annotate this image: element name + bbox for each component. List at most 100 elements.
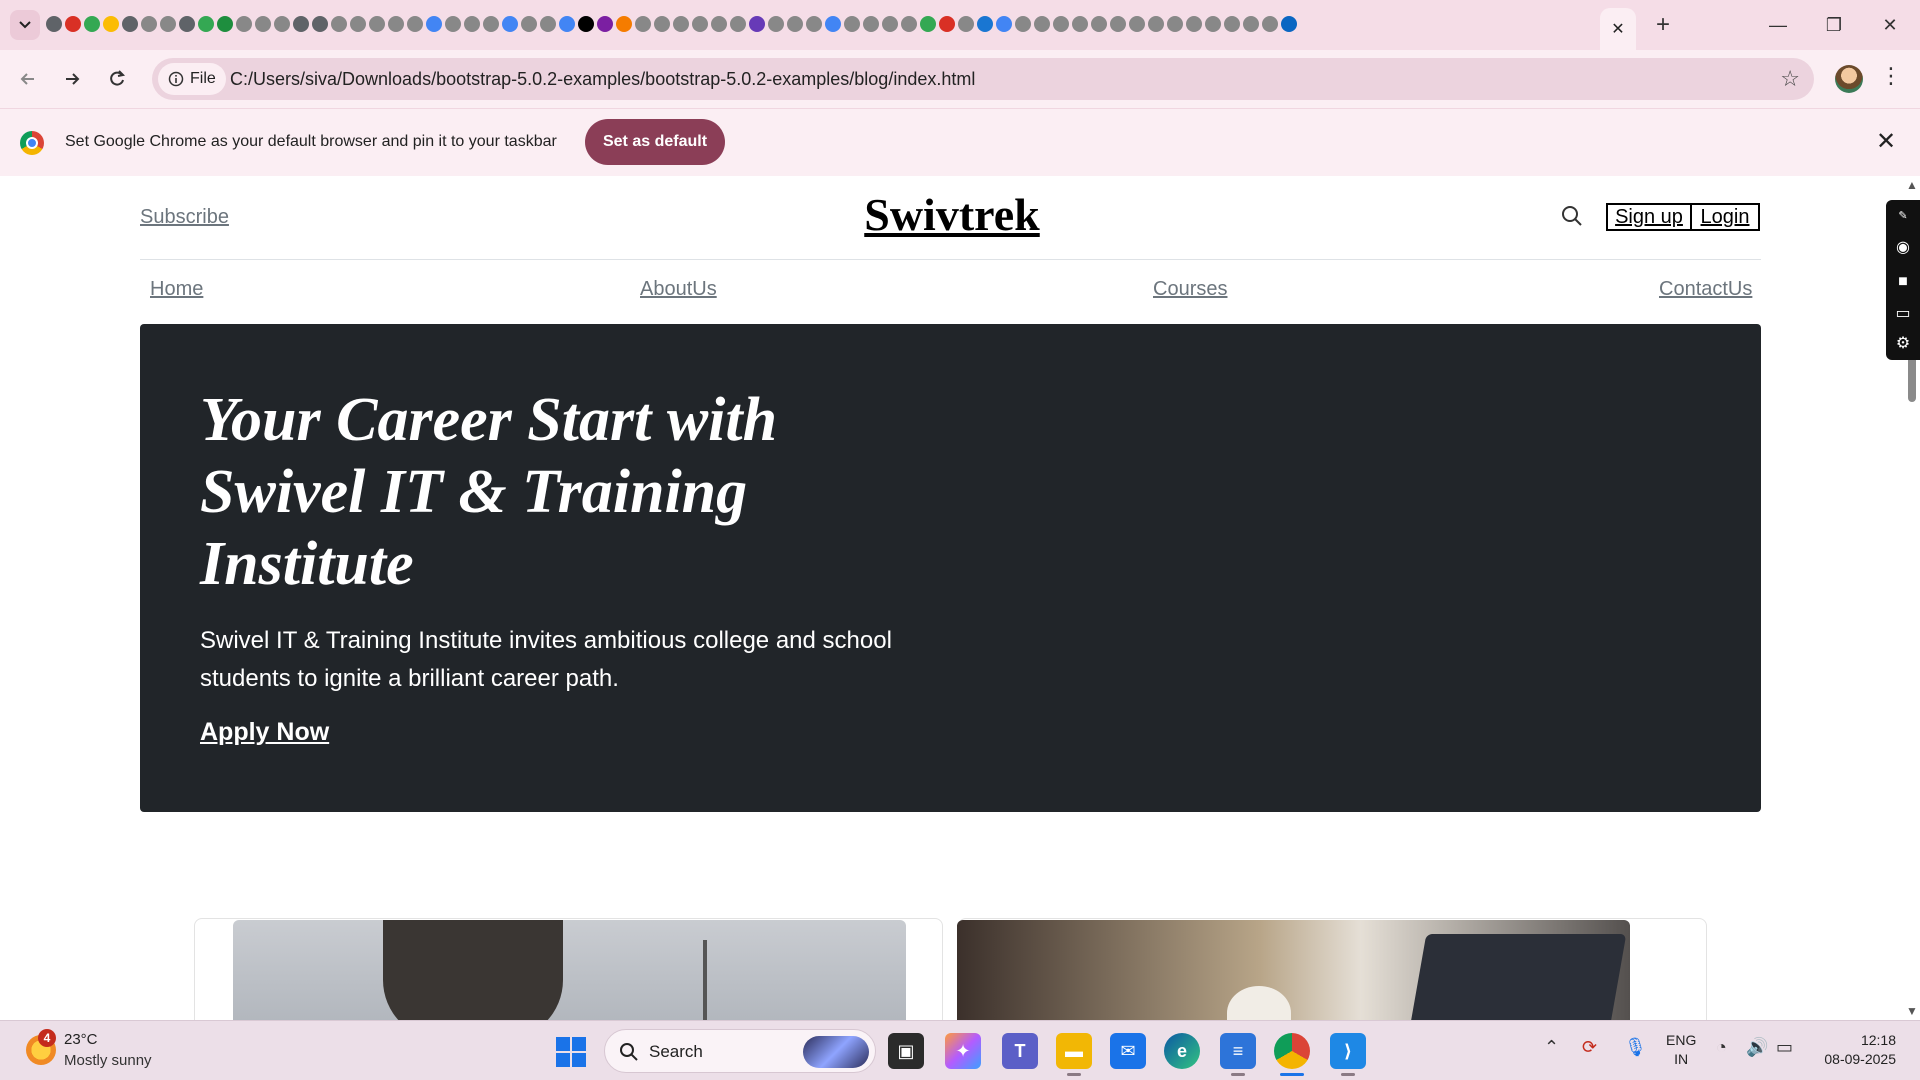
tab-favicon-icon[interactable] xyxy=(255,16,271,32)
tab-favicon-icon[interactable] xyxy=(1015,16,1031,32)
bookmark-star-icon[interactable]: ☆ xyxy=(1780,66,1800,92)
weather-temperature[interactable]: 23°C xyxy=(64,1031,98,1048)
system-clock[interactable]: 12:18 08-09-2025 xyxy=(1810,1031,1896,1069)
teams-icon[interactable]: T xyxy=(1002,1033,1038,1069)
tab-favicon-icon[interactable] xyxy=(578,16,594,32)
tab-favicon-icon[interactable] xyxy=(312,16,328,32)
tab-favicon-icon[interactable] xyxy=(1281,16,1297,32)
nav-aboutus[interactable]: AboutUs xyxy=(640,278,717,301)
tab-favicon-icon[interactable] xyxy=(1110,16,1126,32)
restore-button[interactable]: ❐ xyxy=(1806,0,1862,50)
tab-favicon-icon[interactable] xyxy=(1034,16,1050,32)
tab-favicon-icon[interactable] xyxy=(331,16,347,32)
more-menu-icon[interactable]: ⋮ xyxy=(1880,63,1902,89)
edit-icon[interactable]: ✎ xyxy=(1893,206,1913,226)
tab-favicon-icon[interactable] xyxy=(616,16,632,32)
tab-favicon-icon[interactable] xyxy=(977,16,993,32)
tab-favicon-icon[interactable] xyxy=(787,16,803,32)
tab-favicon-icon[interactable] xyxy=(749,16,765,32)
tab-favicon-icon[interactable] xyxy=(141,16,157,32)
start-windows-icon[interactable] xyxy=(556,1037,586,1067)
back-button[interactable] xyxy=(12,63,44,95)
tab-favicon-icon[interactable] xyxy=(920,16,936,32)
url-text[interactable]: C:/Users/siva/Downloads/bootstrap-5.0.2-… xyxy=(230,69,975,90)
tab-favicon-icon[interactable] xyxy=(939,16,955,32)
tab-favicon-icon[interactable] xyxy=(1262,16,1278,32)
tab-favicon-icon[interactable] xyxy=(426,16,442,32)
tab-favicon-icon[interactable] xyxy=(407,16,423,32)
tab-favicon-icon[interactable] xyxy=(46,16,62,32)
set-as-default-button[interactable]: Set as default xyxy=(585,119,725,165)
tab-favicon-icon[interactable] xyxy=(483,16,499,32)
tab-favicon-icon[interactable] xyxy=(806,16,822,32)
nav-contactus[interactable]: ContactUs xyxy=(1659,278,1752,301)
nav-courses[interactable]: Courses xyxy=(1153,278,1227,301)
notepad-icon[interactable]: ≡ xyxy=(1220,1033,1256,1069)
forward-button[interactable] xyxy=(56,63,88,95)
tab-favicon-icon[interactable] xyxy=(502,16,518,32)
tab-favicon-icon[interactable] xyxy=(730,16,746,32)
tab-favicon-icon[interactable] xyxy=(901,16,917,32)
tab-search-button[interactable] xyxy=(10,10,40,40)
tab-favicon-icon[interactable] xyxy=(673,16,689,32)
tab-favicon-icon[interactable] xyxy=(1148,16,1164,32)
close-window-button[interactable]: ✕ xyxy=(1862,0,1918,50)
gear-icon[interactable]: ⚙ xyxy=(1893,334,1913,354)
microphone-icon[interactable]: 🎙 xyxy=(1624,1037,1647,1058)
tab-favicon-icon[interactable] xyxy=(1167,16,1183,32)
tab-favicon-icon[interactable] xyxy=(996,16,1012,32)
tab-favicon-icon[interactable] xyxy=(1205,16,1221,32)
site-info-chip[interactable]: File xyxy=(158,63,226,95)
tab-favicon-icon[interactable] xyxy=(198,16,214,32)
tab-favicon-icon[interactable] xyxy=(1072,16,1088,32)
sync-icon[interactable]: ⟳ xyxy=(1582,1037,1597,1058)
tab-favicon-icon[interactable] xyxy=(65,16,81,32)
tab-favicon-icon[interactable] xyxy=(635,16,651,32)
volume-icon[interactable]: 🔊 xyxy=(1746,1037,1768,1058)
chevron-up-icon[interactable]: ⌃ xyxy=(1544,1037,1559,1058)
vscode-icon[interactable]: ⟩ xyxy=(1330,1033,1366,1069)
taskbar-search-box[interactable]: Search xyxy=(604,1029,876,1073)
camera-icon[interactable]: ◉ xyxy=(1893,238,1913,258)
tab-favicon-icon[interactable] xyxy=(236,16,252,32)
mail-icon[interactable]: ✉ xyxy=(1110,1033,1146,1069)
tab-favicon-icon[interactable] xyxy=(597,16,613,32)
wifi-icon[interactable]: ◔ xyxy=(1716,1037,1727,1058)
tab-favicon-icon[interactable] xyxy=(958,16,974,32)
signup-button[interactable]: Sign up xyxy=(1606,203,1692,231)
new-tab-button[interactable]: + xyxy=(1648,10,1678,40)
tab-favicon-icon[interactable] xyxy=(711,16,727,32)
weather-condition[interactable]: Mostly sunny xyxy=(64,1052,152,1069)
tab-favicon-icon[interactable] xyxy=(388,16,404,32)
tab-favicon-icon[interactable] xyxy=(768,16,784,32)
tab-favicon-icon[interactable] xyxy=(521,16,537,32)
search-icon[interactable] xyxy=(1560,204,1584,233)
close-tab-icon[interactable]: ✕ xyxy=(1611,19,1624,39)
tab-favicon-icon[interactable] xyxy=(1129,16,1145,32)
tab-favicon-icon[interactable] xyxy=(1243,16,1259,32)
address-bar[interactable]: File C:/Users/siva/Downloads/bootstrap-5… xyxy=(152,58,1814,100)
task-view-icon[interactable]: ▣ xyxy=(888,1033,924,1069)
copilot-icon[interactable]: ✦ xyxy=(945,1033,981,1069)
tab-favicon-icon[interactable] xyxy=(217,16,233,32)
tab-favicon-icon[interactable] xyxy=(1224,16,1240,32)
apply-now-link[interactable]: Apply Now xyxy=(200,718,329,747)
brand-link[interactable]: Swivtrek xyxy=(864,189,1040,240)
file-explorer-icon[interactable]: ▬ xyxy=(1056,1033,1092,1069)
tab-favicon-icon[interactable] xyxy=(559,16,575,32)
tab-favicon-icon[interactable] xyxy=(179,16,195,32)
tab-favicon-icon[interactable] xyxy=(160,16,176,32)
login-button[interactable]: Login xyxy=(1690,203,1760,231)
tab-favicon-icon[interactable] xyxy=(1053,16,1069,32)
tab-favicon-icon[interactable] xyxy=(84,16,100,32)
tab-favicon-icon[interactable] xyxy=(882,16,898,32)
scroll-down-icon[interactable]: ▼ xyxy=(1906,1004,1918,1018)
minimize-button[interactable]: — xyxy=(1750,0,1806,50)
tab-favicon-icon[interactable] xyxy=(445,16,461,32)
tab-favicon-icon[interactable] xyxy=(540,16,556,32)
edge-icon[interactable]: e xyxy=(1164,1033,1200,1069)
tab-favicon-icon[interactable] xyxy=(844,16,860,32)
infobar-close-icon[interactable]: ✕ xyxy=(1876,127,1896,156)
window-icon[interactable]: ▭ xyxy=(1893,304,1913,324)
tab-favicon-icon[interactable] xyxy=(825,16,841,32)
